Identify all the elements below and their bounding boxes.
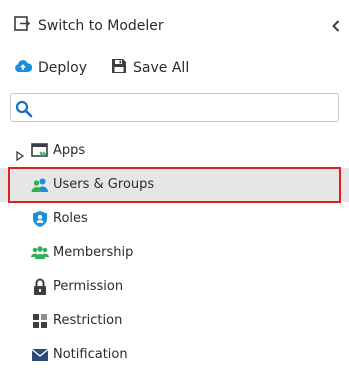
tree-item-roles[interactable]: Roles [0,202,349,236]
switch-to-modeler-label: Switch to Modeler [38,18,164,34]
tree-item-label: Restriction [53,313,123,328]
navigation-tree: Apps Users & Groups Roles Membership Per… [0,134,349,372]
search-input[interactable] [37,96,335,119]
search-box [10,93,339,122]
floppy-disk-icon [111,58,127,78]
header-bar: Switch to Modeler [0,0,349,52]
deploy-button[interactable]: Deploy [14,58,87,78]
lock-icon [31,278,49,296]
cloud-upload-icon [14,58,33,78]
save-all-label: Save All [133,60,190,76]
tree-item-label: Apps [53,143,86,158]
tree-item-label: Membership [53,245,134,260]
tree-item-label: Users & Groups [53,177,155,192]
chevron-left-icon [332,17,340,36]
tree-item-label: Notification [53,347,128,362]
collapse-panel-button[interactable] [329,17,343,35]
toolbar: Deploy Save All [14,56,213,80]
tree-item-label: Permission [53,279,124,294]
apps-window-icon [31,142,49,160]
tree-item-label: Roles [53,211,88,226]
tree-item-restriction[interactable]: Restriction [0,304,349,338]
restriction-grid-icon [31,312,49,330]
tree-item-permission[interactable]: Permission [0,270,349,304]
envelope-icon [31,346,49,364]
tree-item-notification[interactable]: Notification [0,338,349,372]
shield-user-icon [31,210,49,228]
tree-item-apps[interactable]: Apps [0,134,349,168]
save-all-button[interactable]: Save All [111,58,189,78]
users-groups-icon [31,176,49,194]
switch-to-modeler-button[interactable]: Switch to Modeler [14,14,164,38]
tree-item-users-groups[interactable]: Users & Groups [0,168,349,202]
tree-item-membership[interactable]: Membership [0,236,349,270]
membership-group-icon [31,244,49,262]
expand-triangle-icon[interactable] [16,146,25,162]
search-icon[interactable] [15,100,33,118]
deploy-label: Deploy [38,60,88,76]
switch-icon [14,16,31,36]
